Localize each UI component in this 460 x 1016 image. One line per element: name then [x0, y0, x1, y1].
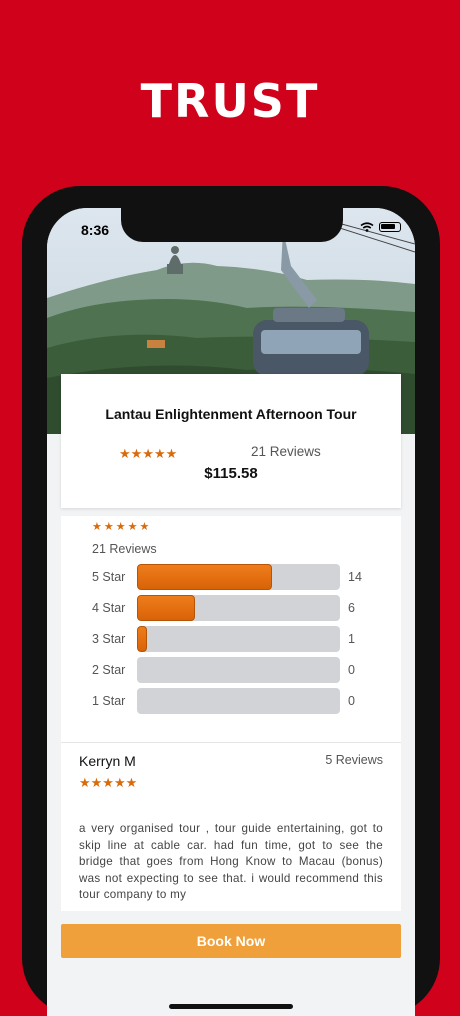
- ratings-stars: ★★★★★: [92, 521, 152, 533]
- home-indicator: [169, 1004, 293, 1009]
- review-item: Kerryn M 5 Reviews ★★★★★ a very organise…: [61, 742, 401, 911]
- rating-bar-track: [137, 595, 340, 621]
- tour-title: Lantau Enlightenment Afternoon Tour: [105, 406, 357, 422]
- battery-icon: [379, 222, 401, 232]
- rating-row-3: 3 Star 1: [92, 626, 392, 652]
- notch: [121, 208, 343, 242]
- rating-row-label: 4 Star: [92, 601, 126, 615]
- rating-row-1: 1 Star 0: [92, 688, 392, 714]
- tour-price: $115.58: [204, 465, 258, 482]
- rating-bar-track: [137, 564, 340, 590]
- rating-row-label: 2 Star: [92, 663, 126, 677]
- book-now-button[interactable]: Book Now: [61, 924, 401, 958]
- rating-bar-fill: [137, 595, 196, 621]
- wifi-icon: [360, 222, 374, 232]
- tour-reviews-count[interactable]: 21 Reviews: [251, 444, 321, 459]
- rating-row-count: 1: [348, 632, 355, 646]
- headline: TRUST: [140, 74, 320, 128]
- reviewer-name: Kerryn M: [79, 753, 136, 769]
- rating-bar-fill: [137, 626, 147, 652]
- rating-bar-track: [137, 657, 340, 683]
- tour-summary-card: Lantau Enlightenment Afternoon Tour ★★★★…: [61, 374, 401, 508]
- ratings-total: 21 Reviews: [92, 542, 157, 556]
- rating-row-count: 0: [348, 694, 355, 708]
- rating-bar-track: [137, 626, 340, 652]
- ratings-breakdown: ★★★★★ 21 Reviews 5 Star 14 4 Star 6 3 St…: [61, 516, 401, 742]
- rating-row-label: 5 Star: [92, 570, 126, 584]
- rating-row-4: 4 Star 6: [92, 595, 392, 621]
- rating-row-count: 6: [348, 601, 355, 615]
- rating-row-count: 0: [348, 663, 355, 677]
- rating-bar-fill: [137, 564, 273, 590]
- rating-row-count: 14: [348, 570, 362, 584]
- rating-bar-track: [137, 688, 340, 714]
- reviewer-review-count: 5 Reviews: [325, 753, 383, 767]
- rating-row-2: 2 Star 0: [92, 657, 392, 683]
- review-stars: ★★★★★: [79, 775, 138, 790]
- phone-frame: 8:36 Lantau Enlightenment Afternoon Tour…: [22, 186, 440, 1016]
- status-time: 8:36: [81, 222, 110, 238]
- status-icons: [360, 222, 401, 232]
- rating-row-label: 3 Star: [92, 632, 126, 646]
- rating-row-5: 5 Star 14: [92, 564, 392, 590]
- app-screen: 8:36 Lantau Enlightenment Afternoon Tour…: [47, 208, 415, 1016]
- review-text: a very organised tour , tour guide enter…: [79, 822, 383, 901]
- tour-rating-stars: ★★★★★: [119, 446, 178, 461]
- rating-row-label: 1 Star: [92, 694, 126, 708]
